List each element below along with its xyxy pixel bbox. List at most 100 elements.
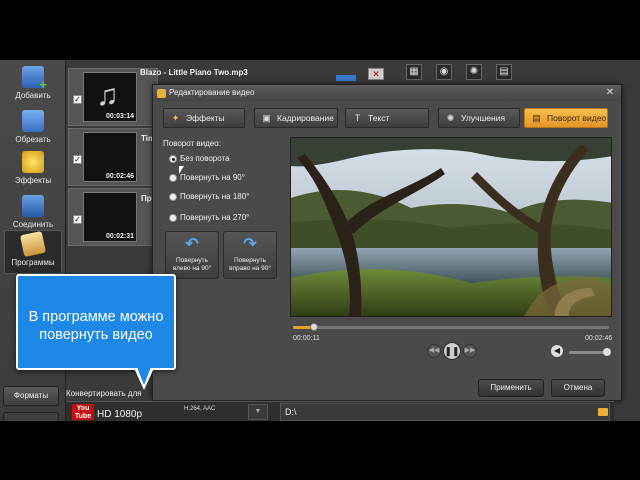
radio-button[interactable]: [169, 174, 177, 182]
crop-icon: ▣: [262, 113, 271, 123]
radio-label: Повернуть на 180°: [180, 192, 250, 201]
cancel-button[interactable]: Отмена: [551, 379, 605, 397]
music-note-icon: ♫: [96, 79, 119, 112]
chevron-down-icon[interactable]: ▼: [248, 404, 268, 420]
edit-video-dialog: Редактирование видео ✕ ✦ Эффекты ▣ Кадри…: [152, 84, 622, 401]
list-item[interactable]: ✓ 00:02:46 Tim: [68, 128, 158, 186]
file-checkbox[interactable]: ✓: [73, 155, 82, 164]
file-duration: 00:02:31: [105, 233, 134, 240]
radio-button[interactable]: [169, 214, 177, 222]
logo-text: You: [76, 405, 90, 412]
rotate-icon: ▤: [532, 113, 541, 123]
seek-handle[interactable]: [309, 323, 318, 331]
tab-label: Улучшения: [461, 113, 506, 123]
programs-button[interactable]: Программы: [4, 230, 62, 274]
file-checkbox[interactable]: ✓: [73, 95, 82, 104]
cut-label: Обрезать: [15, 135, 51, 144]
track-progress: [336, 75, 356, 81]
radio-label: Повернуть на 270°: [180, 213, 250, 222]
cut-icon: [22, 110, 44, 132]
cut-button[interactable]: Обрезать: [4, 108, 62, 152]
tab-text[interactable]: T Текст: [345, 108, 429, 128]
tab-effects[interactable]: ✦ Эффекты: [163, 108, 245, 128]
effects-button[interactable]: Эффекты: [4, 149, 62, 193]
total-time: 00:02:46: [585, 335, 613, 342]
output-path-field[interactable]: D:\: [280, 403, 610, 421]
dialog-titlebar: Редактирование видео: [153, 85, 621, 101]
rotate-left-icon: ↶: [185, 236, 199, 253]
radio-label: Повернуть на 90°: [180, 173, 245, 182]
file-thumbnail: ♫ 00:03:14: [83, 72, 137, 122]
rotate-left-label: влево на 90°: [172, 265, 212, 272]
volume-slider[interactable]: [569, 348, 611, 356]
annotation-line: повернуть видео: [39, 327, 153, 343]
screen: Добавить Обрезать Эффекты Соединить Прог…: [0, 0, 640, 480]
radio-button[interactable]: [169, 155, 177, 163]
programs-label: Программы: [11, 258, 55, 267]
dialog-title: Редактирование видео: [169, 88, 255, 97]
file-thumbnail: 00:02:31: [83, 192, 137, 242]
tab-crop[interactable]: ▣ Кадрирование: [254, 108, 338, 128]
radio-button[interactable]: [169, 193, 177, 201]
output-format[interactable]: HD 1080p: [97, 409, 142, 420]
current-time: 00:00:11: [293, 335, 320, 342]
file-duration: 00:02:46: [105, 173, 134, 180]
tab-label: Текст: [368, 113, 390, 123]
camera-icon[interactable]: ◉: [436, 64, 452, 80]
rotate-right-label: Повернуть: [233, 257, 267, 264]
radio-label: Без поворота: [180, 154, 230, 163]
join-icon: [22, 195, 44, 217]
folder-icon[interactable]: [598, 408, 608, 416]
film-icon[interactable]: ▦: [406, 64, 422, 80]
tab-label: Кадрирование: [277, 113, 334, 123]
file-thumbnail: 00:02:46: [83, 132, 137, 182]
file-name: Пр: [141, 194, 152, 203]
video-frame-image: [291, 138, 611, 316]
tab-rotate[interactable]: ▤ Поворот видео: [524, 108, 608, 128]
convert-for-label: Конвертировать для: [66, 389, 142, 398]
apply-button[interactable]: Применить: [478, 379, 544, 397]
volume-handle[interactable]: [603, 348, 611, 356]
rotate-left-button[interactable]: ↶ Повернуть влево на 90°: [165, 231, 219, 279]
rotation-label: Поворот видео:: [163, 139, 221, 148]
text-icon: T: [354, 113, 361, 123]
annotation-callout: В программе можно повернуть видео: [16, 274, 176, 370]
file-duration: 00:03:14: [105, 113, 134, 120]
formats-button[interactable]: Форматы: [3, 386, 59, 406]
letterbox-top: [0, 0, 640, 60]
add-label: Добавить: [15, 91, 51, 100]
rotate-right-label: вправо на 90°: [229, 265, 271, 272]
add-video-icon: [22, 66, 47, 92]
tab-enhance[interactable]: ✺ Улучшения: [438, 108, 520, 128]
seek-slider[interactable]: [293, 323, 609, 331]
list-item[interactable]: ✓ 00:02:31 Пр: [68, 188, 158, 246]
output-codec: H.264, AAC: [184, 406, 216, 412]
volume-icon[interactable]: ◀: [551, 345, 563, 357]
add-button[interactable]: Добавить: [4, 64, 62, 108]
rotate-right-icon: ↷: [243, 236, 257, 253]
film-strip-icon[interactable]: ▤: [496, 64, 512, 80]
letterbox-bottom: [0, 421, 640, 480]
youtube-logo: You Tube: [72, 404, 94, 420]
logo-text: Tube: [74, 413, 92, 420]
enhance-icon: ✺: [446, 113, 455, 123]
rotate-right-button[interactable]: ↷ Повернуть вправо на 90°: [223, 231, 277, 279]
join-label: Соединить: [12, 220, 54, 229]
tab-label: Поворот видео: [547, 113, 607, 123]
video-preview: [290, 137, 612, 317]
previous-icon[interactable]: ◀◀: [427, 344, 441, 358]
callout-tail-inner: [137, 367, 151, 385]
file-checkbox[interactable]: ✓: [73, 215, 82, 224]
app-icon: [157, 89, 166, 98]
programs-icon: [19, 230, 47, 258]
effects-label: Эффекты: [14, 176, 52, 185]
mouse-cursor-icon: [179, 166, 184, 174]
effects-icon: [22, 151, 44, 173]
annotation-line: В программе можно: [28, 309, 164, 325]
close-icon[interactable]: ✕: [368, 68, 384, 80]
effects-icon: ✦: [171, 113, 180, 123]
dialog-close-icon[interactable]: ✕: [603, 86, 617, 100]
pause-icon[interactable]: ❚❚: [443, 342, 461, 360]
next-icon[interactable]: ▶▶: [463, 344, 477, 358]
brightness-icon[interactable]: ✺: [466, 64, 482, 80]
